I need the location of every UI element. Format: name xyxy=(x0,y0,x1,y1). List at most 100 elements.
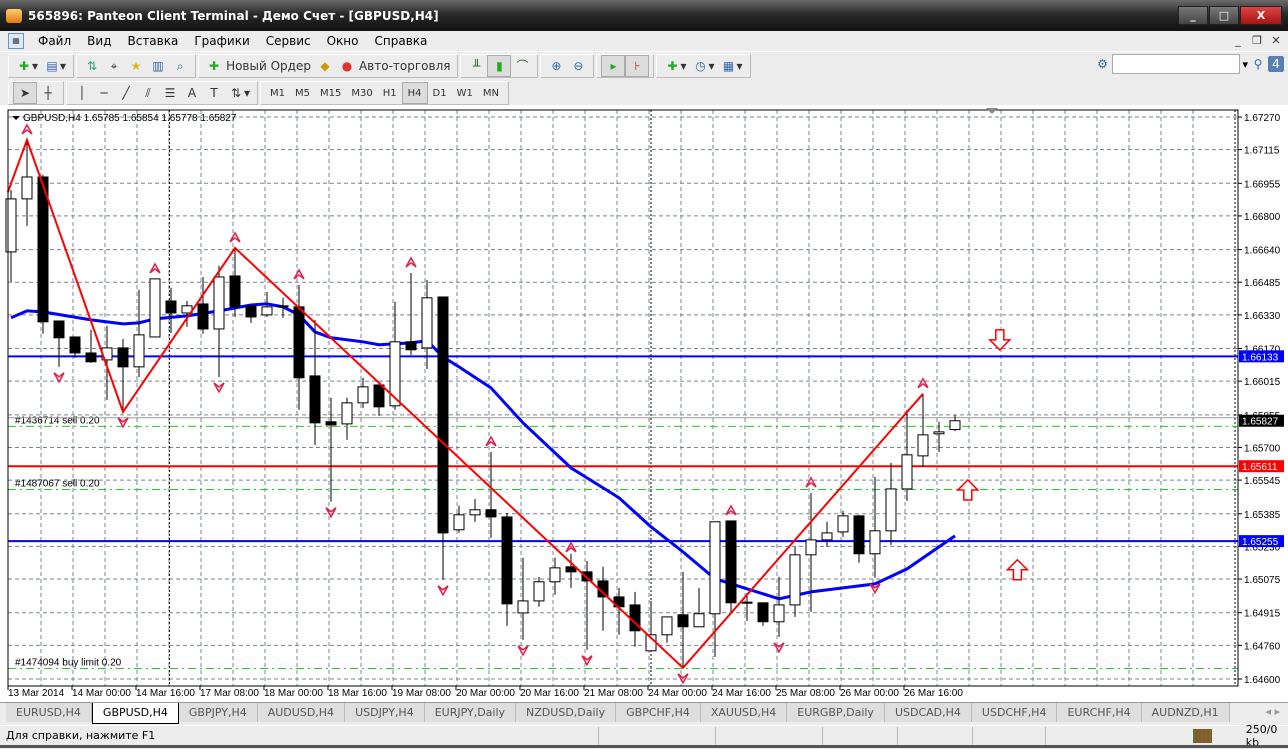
chart-shift-button[interactable]: ⊦ xyxy=(625,55,650,77)
candle-body xyxy=(661,616,673,636)
indicators-button[interactable]: ✚ ▾ xyxy=(661,55,689,77)
new-order-button[interactable]: ✚ Новый Ордер xyxy=(203,55,314,77)
profiles-icon: ▤ xyxy=(46,59,58,73)
navigator-button[interactable]: ★ xyxy=(125,55,147,77)
mdi-minimize-button[interactable]: _ xyxy=(1230,33,1246,49)
menu-window[interactable]: Окно xyxy=(319,34,367,48)
gear-icon[interactable]: ⚙ xyxy=(1094,56,1110,72)
trendline-button[interactable]: ╱ xyxy=(115,82,137,104)
timeframe-h4-button[interactable]: H4 xyxy=(401,82,428,104)
terminal-button[interactable]: ▥ xyxy=(147,55,169,77)
tab-scroll-arrows[interactable]: ◂ ▸ xyxy=(1265,705,1280,718)
x-tick-label: 26 Mar 00:00 xyxy=(840,688,899,699)
templates-button[interactable]: ▦ ▾ xyxy=(718,55,746,77)
candle-body xyxy=(677,614,689,628)
arrows-button[interactable]: ⇅ ▾ xyxy=(225,82,253,104)
chart-tab[interactable]: EURGBP,Daily xyxy=(787,703,885,722)
app-icon xyxy=(6,8,22,23)
vertical-line-button[interactable]: │ xyxy=(71,82,93,104)
chart-tab[interactable]: XAUUSD,H4 xyxy=(700,703,788,722)
search-box: ⚙ ▾ ⚲ 4 xyxy=(1094,54,1284,74)
chart-tab[interactable]: EURCHF,H4 xyxy=(1057,703,1142,722)
timeframe-mn-button[interactable]: MN xyxy=(478,82,504,104)
chart-tab[interactable]: AUDNZD,H1 xyxy=(1141,703,1230,722)
candle-body xyxy=(485,509,497,518)
template-icon: ▦ xyxy=(722,59,735,73)
data-window-button[interactable]: ⌖ xyxy=(103,55,125,77)
chart-tab[interactable]: USDCHF,H4 xyxy=(971,703,1058,722)
chart-tab[interactable]: GBPJPY,H4 xyxy=(178,703,258,722)
periods-button[interactable]: ◷ ▾ xyxy=(689,55,717,77)
new-chart-icon: ✚ xyxy=(18,59,30,73)
y-tick-label: 1.64760 xyxy=(1244,641,1281,652)
timeframe-m5-button[interactable]: M5 xyxy=(290,82,315,104)
candlestick-button[interactable]: ▮ xyxy=(487,55,512,77)
timeframe-w1-button[interactable]: W1 xyxy=(452,82,478,104)
timeframe-m15-button[interactable]: M15 xyxy=(315,82,346,104)
menu-insert[interactable]: Вставка xyxy=(119,34,186,48)
chart-tab[interactable]: EURUSD,H4 xyxy=(6,703,92,722)
crosshair-button[interactable]: ┼ xyxy=(37,82,59,104)
y-tick-label: 1.64915 xyxy=(1244,609,1281,620)
notification-badge[interactable]: 4 xyxy=(1268,56,1284,72)
mdi-close-button[interactable]: ✕ xyxy=(1268,33,1284,49)
auto-trading-button[interactable]: ● Авто-торговля xyxy=(336,55,454,77)
chart-tabs: EURUSD,H4 GBPUSD,H4 GBPJPY,H4 AUDUSD,H4 USDJ… xyxy=(0,702,1288,724)
mdi-restore-button[interactable]: ❐ xyxy=(1249,33,1265,49)
chart-window-icon[interactable]: ▦ xyxy=(8,33,24,49)
search-input[interactable] xyxy=(1112,54,1241,74)
line-chart-button[interactable]: ⌒ xyxy=(511,55,533,77)
menu-help[interactable]: Справка xyxy=(367,34,436,48)
candle-body xyxy=(949,420,961,431)
menu-tools[interactable]: Сервис xyxy=(258,34,319,48)
close-button[interactable]: X xyxy=(1240,6,1282,25)
candle-body xyxy=(53,320,65,339)
menu-charts[interactable]: Графики xyxy=(186,34,257,48)
text-label-button[interactable]: T xyxy=(203,82,225,104)
chart-tab[interactable]: NZDUSD,Daily xyxy=(516,703,617,722)
new-chart-button[interactable]: ✚ ▾ xyxy=(13,55,41,77)
profiles-button[interactable]: ▤ ▾ xyxy=(41,55,69,77)
chart-tab[interactable]: GBPUSD,H4 xyxy=(91,703,179,724)
candle-body xyxy=(565,566,577,573)
metaeditor-button[interactable]: ◆ xyxy=(314,55,336,77)
auto-trading-label: Авто-торговля xyxy=(358,59,451,73)
chart-tab[interactable]: GBPCHF,H4 xyxy=(616,703,701,722)
menu-view[interactable]: Вид xyxy=(79,34,119,48)
price-chart[interactable]: 1.67270 1.67115 1.66955 1.66800 1.66640 1.664… xyxy=(0,105,1288,702)
candle-body xyxy=(549,567,561,583)
timeframe-m1-button[interactable]: M1 xyxy=(265,82,290,104)
candle-body xyxy=(37,176,49,323)
new-order-icon: ✚ xyxy=(209,59,220,73)
tester-button[interactable]: ⌕ xyxy=(169,55,191,77)
menu-file[interactable]: Файл xyxy=(30,34,79,48)
zoom-in-button[interactable]: ⊕ xyxy=(545,55,567,77)
x-tick-label: 21 Mar 08:00 xyxy=(584,688,643,699)
new-order-label: Новый Ордер xyxy=(226,59,311,73)
search-dropdown[interactable]: ▾ xyxy=(1242,58,1248,71)
equidistant-channel-button[interactable]: ⫽ xyxy=(137,82,159,104)
timeframe-h1-button[interactable]: H1 xyxy=(378,82,402,104)
chart-tab[interactable]: USDCAD,H4 xyxy=(884,703,972,722)
fibonacci-button[interactable]: ☰ xyxy=(159,82,181,104)
minimize-button[interactable]: _ xyxy=(1178,6,1208,25)
maximize-button[interactable]: □ xyxy=(1209,6,1239,25)
x-tick-label: 18 Mar 16:00 xyxy=(328,688,387,699)
text-button[interactable]: A xyxy=(181,82,203,104)
chart-tab[interactable]: EURJPY,Daily xyxy=(424,703,517,722)
timeframe-m30-button[interactable]: M30 xyxy=(346,82,377,104)
y-tick-label: 1.67270 xyxy=(1244,113,1281,124)
market-watch-button[interactable]: ⇅ xyxy=(81,55,103,77)
autoscroll-button[interactable]: ▸ xyxy=(601,55,626,77)
x-tick-label: 17 Mar 08:00 xyxy=(200,688,259,699)
candle-body xyxy=(773,604,785,623)
chart-tab[interactable]: USDJPY,H4 xyxy=(345,703,425,722)
zoom-out-button[interactable]: ⊖ xyxy=(567,55,589,77)
timeframe-d1-button[interactable]: D1 xyxy=(428,82,452,104)
chart-tab[interactable]: AUDUSD,H4 xyxy=(257,703,346,722)
book-icon: ◆ xyxy=(320,59,330,73)
cursor-button[interactable]: ➤ xyxy=(13,82,37,104)
horizontal-line-button[interactable]: ─ xyxy=(93,82,115,104)
bar-chart-button[interactable]: ╨ xyxy=(465,55,487,77)
search-icon[interactable]: ⚲ xyxy=(1250,56,1266,72)
